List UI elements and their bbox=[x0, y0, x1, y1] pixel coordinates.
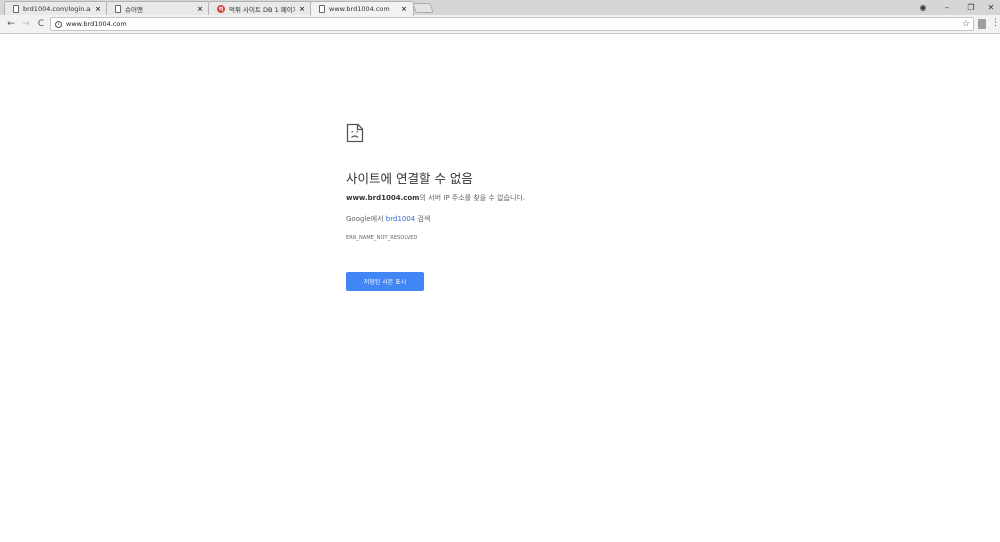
tab-strip: brd1004.com/login.asp × 슈어맨 × 먹 먹튀 사이트 D… bbox=[0, 0, 1000, 16]
tab-brd1004[interactable]: www.brd1004.com × bbox=[310, 1, 414, 16]
close-icon[interactable]: × bbox=[401, 5, 407, 13]
tab-title: 먹튀 사이트 DB 1 페이지 bbox=[229, 6, 296, 14]
error-host: www.brd1004.com bbox=[346, 194, 420, 202]
error-page: 사이트에 연결할 수 없음 www.brd1004.com의 서버 IP 주소를… bbox=[0, 35, 1000, 542]
site-favicon-icon: 먹 bbox=[217, 5, 225, 13]
error-description: www.brd1004.com의 서버 IP 주소를 찾을 수 없습니다. bbox=[346, 193, 525, 203]
error-title: 사이트에 연결할 수 없음 bbox=[346, 171, 473, 186]
tab-scam-db[interactable]: 먹 먹튀 사이트 DB 1 페이지 × bbox=[208, 1, 312, 15]
page-icon bbox=[319, 5, 325, 13]
tab-title: www.brd1004.com bbox=[329, 5, 390, 13]
forward-button[interactable]: → bbox=[20, 18, 32, 30]
menu-icon[interactable]: ⋮ bbox=[991, 18, 1000, 28]
info-icon[interactable]: i bbox=[55, 20, 62, 28]
back-button[interactable]: ← bbox=[5, 18, 17, 30]
show-cached-copy-button[interactable]: 저장된 사본 표시 bbox=[346, 272, 424, 291]
tab-login[interactable]: brd1004.com/login.asp × bbox=[4, 1, 108, 15]
page-icon bbox=[115, 5, 121, 13]
minimize-button[interactable]: – bbox=[936, 0, 958, 15]
sad-document-icon bbox=[346, 123, 364, 143]
search-suggestion: Google에서 brd1004 검색 bbox=[346, 214, 430, 224]
error-host-suffix: 의 서버 IP 주소를 찾을 수 없습니다. bbox=[419, 194, 526, 202]
close-icon[interactable]: × bbox=[197, 5, 203, 13]
browser-toolbar: ← → C i www.brd1004.com ☆ ⋮ bbox=[0, 15, 1000, 34]
close-icon[interactable]: × bbox=[299, 5, 305, 13]
search-suffix: 검색 bbox=[415, 215, 431, 223]
url-text[interactable]: www.brd1004.com bbox=[66, 20, 127, 28]
bookmark-star-icon[interactable]: ☆ bbox=[962, 19, 970, 30]
tab-title: brd1004.com/login.asp bbox=[23, 5, 92, 13]
close-window-button[interactable]: ✕ bbox=[980, 0, 1000, 15]
tab-sureman[interactable]: 슈어맨 × bbox=[106, 1, 210, 15]
tab-title: 슈어맨 bbox=[125, 6, 143, 14]
error-code: ERR_NAME_NOT_RESOLVED bbox=[346, 235, 418, 241]
search-link[interactable]: brd1004 bbox=[386, 215, 415, 223]
profile-icon[interactable]: ◉ bbox=[912, 0, 934, 15]
reload-button[interactable]: C bbox=[35, 18, 47, 30]
new-tab-button[interactable] bbox=[412, 3, 434, 13]
page-icon bbox=[13, 5, 19, 13]
address-bar[interactable]: i www.brd1004.com ☆ bbox=[50, 17, 974, 31]
close-icon[interactable]: × bbox=[95, 5, 101, 13]
search-prefix: Google에서 bbox=[346, 215, 386, 223]
extension-icon[interactable] bbox=[978, 19, 986, 29]
restore-button[interactable]: ❐ bbox=[960, 0, 982, 15]
